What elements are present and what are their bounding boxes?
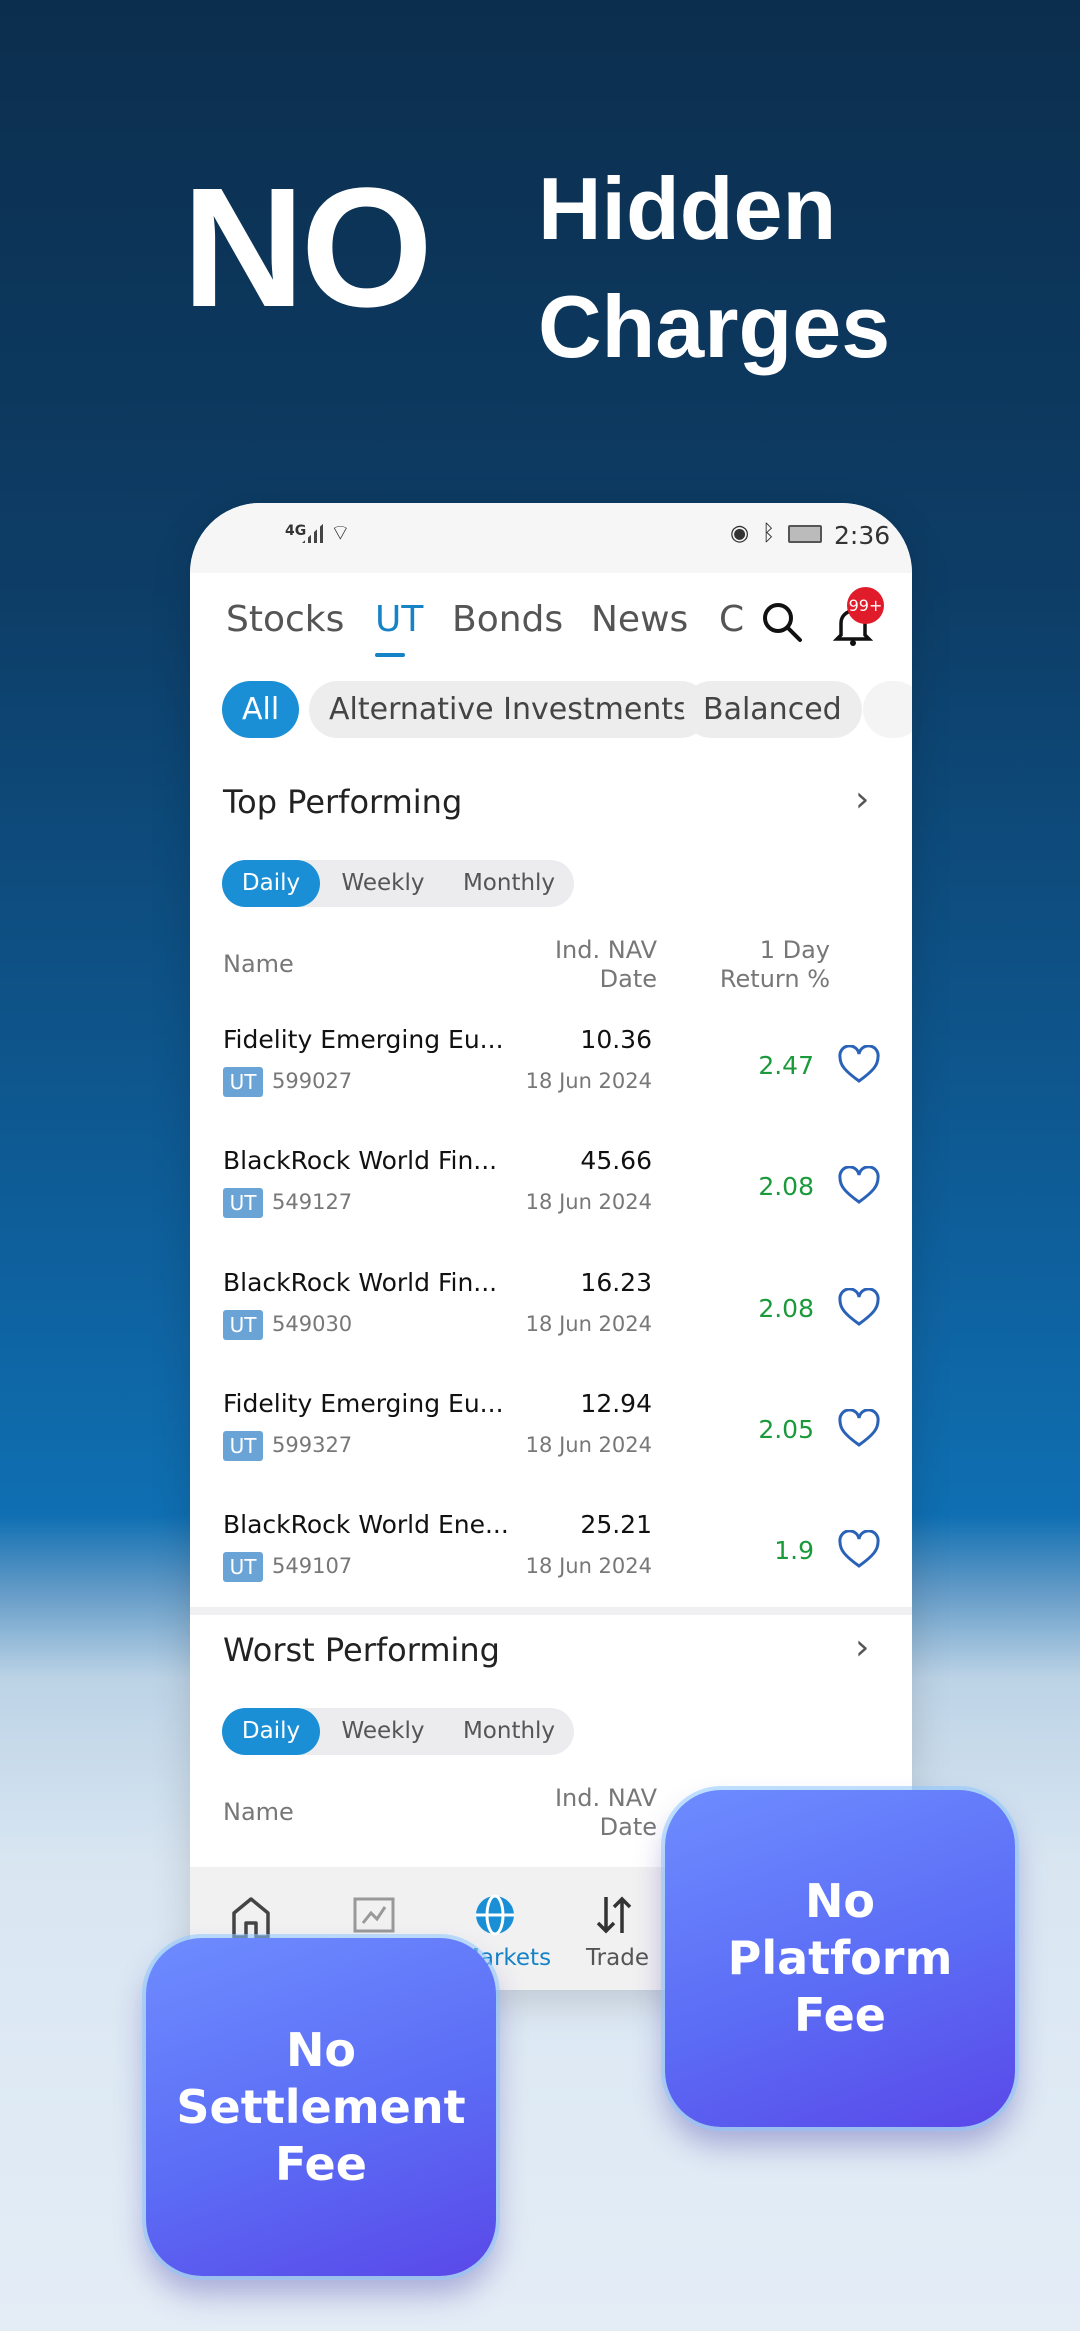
phone-screen: 4G ⌔ ◉ ᛒ 2:36 Stocks UT Bonds News C 99+…: [190, 503, 912, 1990]
nav-value: 25.21: [580, 1510, 652, 1540]
header-nav-line2: Date: [599, 1813, 657, 1841]
eye-icon: ◉: [730, 521, 750, 546]
header-nav: Ind. NAV Date: [555, 1784, 657, 1842]
header-return-line1: 1 Day: [759, 936, 830, 964]
chevron-right-icon[interactable]: ›: [855, 779, 869, 820]
nav-date: 18 Jun 2024: [525, 1432, 652, 1457]
nav-trade-label[interactable]: Trade: [586, 1945, 649, 1971]
return-value: 1.9: [774, 1536, 814, 1566]
ut-tag: UT: [223, 1430, 263, 1461]
chart-icon[interactable]: [353, 1897, 395, 1935]
card-line: Settlement: [176, 2079, 466, 2134]
return-value: 2.47: [758, 1051, 814, 1080]
heart-icon[interactable]: [837, 1530, 881, 1570]
fund-code: 549030: [272, 1311, 353, 1336]
return-value: 2.08: [758, 1293, 814, 1323]
period-weekly[interactable]: Weekly: [322, 860, 444, 907]
hero-no: NO: [182, 153, 433, 343]
nav-date: 18 Jun 2024: [525, 1311, 652, 1336]
card-line: No: [804, 1874, 876, 1928]
fund-code: 549107: [272, 1554, 353, 1579]
header-return: 1 Day Return %: [720, 936, 830, 994]
fund-name: BlackRock World Ene...: [223, 1510, 509, 1540]
no-settlement-fee-card: No Settlement Fee: [146, 1938, 496, 2276]
chevron-right-icon[interactable]: ›: [855, 1627, 869, 1668]
fund-name: Fidelity Emerging Eu...: [223, 1388, 504, 1418]
status-bar: 4G ⌔ ◉ ᛒ 2:36: [190, 503, 912, 573]
nav-value: 10.36: [580, 1025, 652, 1054]
network-label: 4G: [285, 523, 307, 539]
heart-icon[interactable]: [837, 1287, 881, 1328]
heart-icon[interactable]: [837, 1045, 881, 1085]
tab-bonds[interactable]: Bonds: [452, 599, 563, 640]
header-nav: Ind. NAV Date: [555, 936, 657, 994]
period-monthly[interactable]: Monthly: [444, 1708, 574, 1755]
fund-code: 599327: [272, 1432, 353, 1457]
header-name: Name: [223, 950, 294, 978]
period-segmented-control: Daily Weekly Monthly: [222, 1708, 574, 1755]
battery-icon: [788, 525, 822, 543]
nav-date: 18 Jun 2024: [525, 1069, 652, 1093]
return-value: 2.08: [758, 1172, 814, 1202]
bluetooth-icon: ᛒ: [762, 521, 776, 546]
top-performing-title: Top Performing: [223, 783, 463, 821]
card-line: Platform: [727, 1931, 953, 1985]
nav-date: 18 Jun 2024: [525, 1554, 652, 1579]
active-tab-indicator: [375, 653, 405, 657]
hero-line2: Charges: [538, 277, 891, 376]
wifi-icon: ⌔: [330, 521, 351, 546]
clock: 2:36: [834, 521, 891, 550]
ut-tag: UT: [223, 1309, 263, 1340]
header-name: Name: [223, 1798, 294, 1826]
worst-performing-title: Worst Performing: [223, 1631, 500, 1669]
hero-line1: Hidden: [538, 159, 837, 258]
tab-news[interactable]: News: [591, 599, 688, 640]
hero-subtitle: Hidden Charges: [538, 150, 890, 386]
header-return-line2: Return %: [719, 965, 830, 993]
header-nav-line1: Ind. NAV: [554, 1784, 657, 1812]
card-line: Fee: [794, 1988, 886, 2042]
globe-icon[interactable]: [473, 1893, 517, 1937]
nav-date: 18 Jun 2024: [525, 1190, 652, 1215]
header-nav-line2: Date: [599, 965, 657, 993]
section-divider: [190, 1607, 912, 1615]
header-nav-line1: Ind. NAV: [554, 936, 657, 964]
heart-icon[interactable]: [837, 1166, 881, 1206]
tab-stocks[interactable]: Stocks: [226, 599, 344, 640]
tab-more[interactable]: C: [719, 599, 744, 640]
ut-tag: UT: [223, 1067, 263, 1097]
chip-alternative-investments[interactable]: Alternative Investments: [309, 681, 709, 738]
card-line: Fee: [275, 2136, 367, 2191]
chip-partial[interactable]: [863, 681, 912, 738]
nav-value: 12.94: [580, 1388, 652, 1418]
period-daily[interactable]: Daily: [222, 1708, 320, 1755]
notification-badge: 99+: [847, 587, 884, 624]
ut-tag: UT: [223, 1552, 263, 1583]
period-weekly[interactable]: Weekly: [322, 1708, 444, 1755]
trade-arrows-icon[interactable]: [594, 1893, 634, 1937]
fund-code: 549127: [272, 1190, 353, 1215]
heart-icon[interactable]: [837, 1408, 881, 1449]
card-line: No: [285, 2022, 357, 2077]
period-monthly[interactable]: Monthly: [444, 860, 574, 907]
period-segmented-control: Daily Weekly Monthly: [222, 860, 574, 907]
fund-name: BlackRock World Fin...: [223, 1267, 498, 1297]
period-daily[interactable]: Daily: [222, 860, 320, 907]
nav-value: 16.23: [580, 1267, 652, 1297]
tab-ut[interactable]: UT: [375, 599, 423, 640]
chip-balanced[interactable]: Balanced: [683, 681, 862, 738]
fund-name: BlackRock World Fin...: [223, 1146, 498, 1176]
search-icon[interactable]: [760, 600, 804, 644]
return-value: 2.05: [758, 1414, 814, 1444]
fund-code: 599027: [272, 1069, 353, 1093]
nav-value: 45.66: [580, 1146, 652, 1176]
chip-all[interactable]: All: [222, 681, 300, 738]
home-icon[interactable]: [230, 1895, 272, 1941]
fund-name: Fidelity Emerging Eu...: [223, 1025, 504, 1054]
ut-tag: UT: [223, 1188, 263, 1219]
no-platform-fee-card: No Platform Fee: [665, 1790, 1015, 2127]
